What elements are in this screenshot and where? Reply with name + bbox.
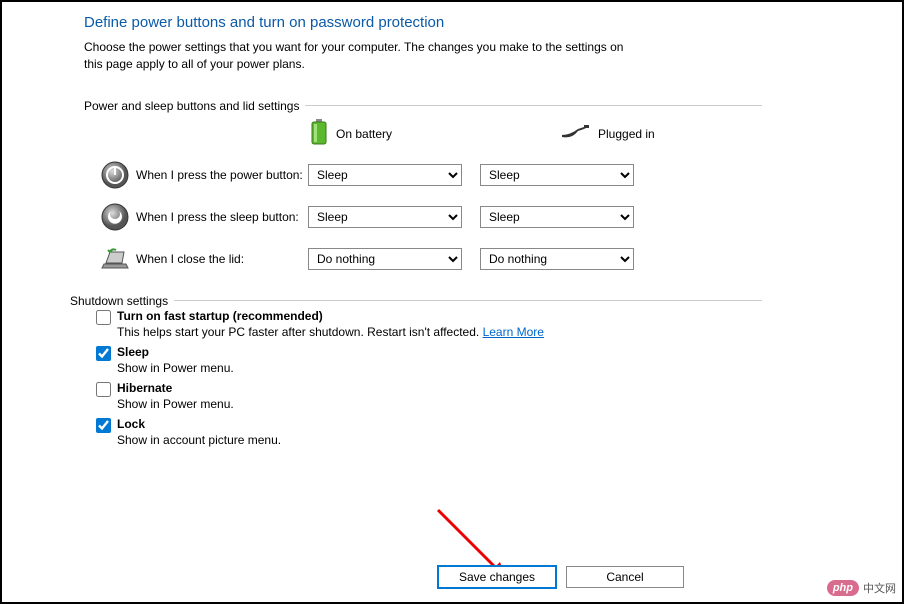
lid-plugged-select[interactable]: Do nothing bbox=[480, 248, 634, 270]
learn-more-link[interactable]: Learn More bbox=[483, 325, 544, 339]
hibernate-title: Hibernate bbox=[117, 381, 172, 395]
power-sleep-legend: Power and sleep buttons and lid settings bbox=[84, 99, 305, 113]
hibernate-checkbox[interactable] bbox=[96, 382, 111, 397]
battery-icon bbox=[310, 119, 328, 148]
lock-sub: Show in account picture menu. bbox=[117, 433, 281, 447]
fast-startup-checkbox[interactable] bbox=[96, 310, 111, 325]
sleep-button-icon bbox=[100, 202, 130, 232]
plugged-in-label: Plugged in bbox=[598, 127, 655, 141]
power-button-battery-select[interactable]: Sleep bbox=[308, 164, 462, 186]
sleep-button-battery-select[interactable]: Sleep bbox=[308, 206, 462, 228]
cancel-button[interactable]: Cancel bbox=[566, 566, 684, 588]
page-description: Choose the power settings that you want … bbox=[84, 39, 644, 73]
shutdown-legend: Shutdown settings bbox=[70, 294, 174, 308]
on-battery-label: On battery bbox=[336, 127, 392, 141]
watermark-text: 中文网 bbox=[863, 580, 896, 596]
watermark: php 中文网 bbox=[827, 580, 896, 596]
power-button-label: When I press the power button: bbox=[136, 168, 308, 182]
power-button-icon bbox=[100, 160, 130, 190]
plug-icon bbox=[560, 123, 590, 144]
sleep-button-plugged-select[interactable]: Sleep bbox=[480, 206, 634, 228]
save-button[interactable]: Save changes bbox=[438, 566, 556, 588]
fast-startup-sub: This helps start your PC faster after sh… bbox=[117, 325, 483, 339]
lid-icon bbox=[100, 244, 130, 274]
sleep-button-label: When I press the sleep button: bbox=[136, 210, 308, 224]
php-logo: php bbox=[827, 580, 859, 596]
lid-battery-select[interactable]: Do nothing bbox=[308, 248, 462, 270]
power-button-plugged-select[interactable]: Sleep bbox=[480, 164, 634, 186]
fast-startup-title: Turn on fast startup (recommended) bbox=[117, 309, 323, 323]
lock-title: Lock bbox=[117, 417, 145, 431]
lid-label: When I close the lid: bbox=[136, 252, 308, 266]
lock-checkbox[interactable] bbox=[96, 418, 111, 433]
sleep-sub: Show in Power menu. bbox=[117, 361, 234, 375]
hibernate-sub: Show in Power menu. bbox=[117, 397, 234, 411]
sleep-checkbox[interactable] bbox=[96, 346, 111, 361]
sleep-title: Sleep bbox=[117, 345, 149, 359]
page-title: Define power buttons and turn on passwor… bbox=[84, 14, 762, 31]
